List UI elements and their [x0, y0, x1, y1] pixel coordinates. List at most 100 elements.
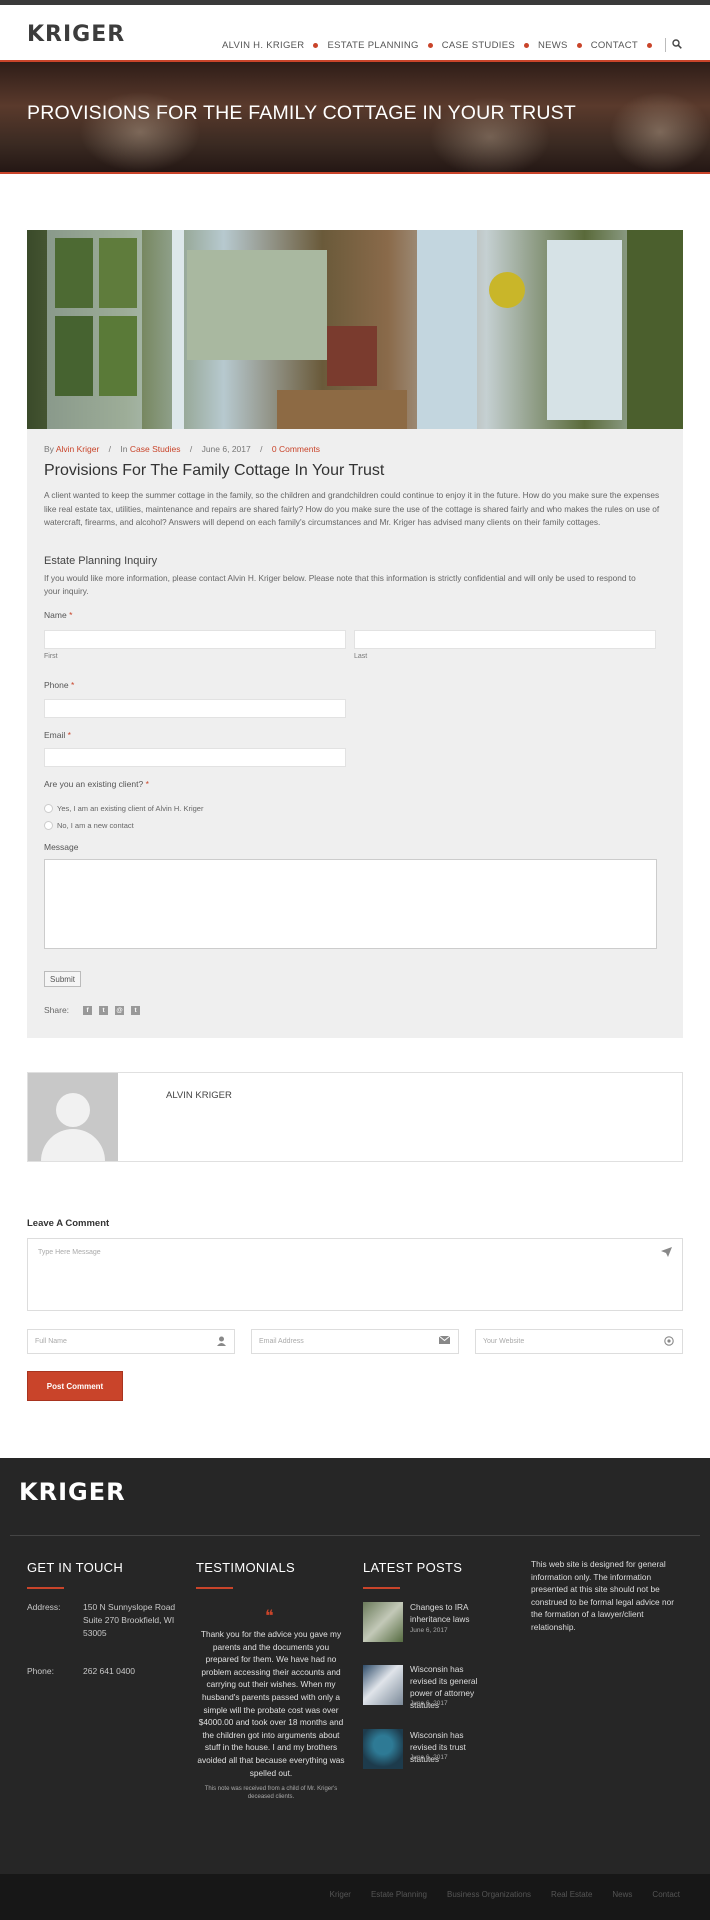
- globe-icon: [664, 1336, 674, 1349]
- address-label: Address:: [27, 1602, 61, 1612]
- footer-disclaimer: This web site is designed for general in…: [531, 1559, 674, 1632]
- footer-latest-posts-title: LATEST POSTS: [363, 1560, 463, 1575]
- footer-title-underline: [363, 1587, 400, 1589]
- quote-icon: ❝: [265, 1606, 274, 1625]
- nav-dot: [576, 42, 582, 48]
- email-icon[interactable]: @: [115, 1005, 125, 1015]
- nav-dot: [647, 42, 652, 48]
- post-featured-image: [27, 230, 683, 429]
- nav-dot: [313, 42, 319, 48]
- radio-existing-client[interactable]: Yes, I am an existing client of Alvin H.…: [44, 804, 203, 813]
- meta-author-link[interactable]: Alvin Kriger: [56, 444, 99, 454]
- testimonial-note: This note was received from a child of M…: [204, 1786, 338, 1800]
- first-sublabel: First: [44, 653, 58, 660]
- nav-item-alvin-kriger[interactable]: ALVIN H. KRIGER: [222, 40, 327, 51]
- existing-client-label: Are you an existing client? *: [44, 779, 149, 789]
- meta-separator: /: [108, 444, 112, 454]
- tumblr-icon[interactable]: t: [131, 1005, 141, 1015]
- first-name-input[interactable]: [44, 630, 346, 649]
- post-title: Provisions For The Family Cottage In You…: [44, 462, 385, 479]
- search-icon[interactable]: [672, 38, 682, 52]
- bottom-link-real-estate[interactable]: Real Estate: [551, 1890, 592, 1899]
- message-textarea[interactable]: [44, 859, 657, 949]
- comment-message-placeholder: Type Here Message: [38, 1249, 101, 1256]
- twitter-icon[interactable]: t: [99, 1005, 109, 1015]
- bottom-link-business-organizations[interactable]: Business Organizations: [447, 1890, 531, 1899]
- bottom-link-estate-planning[interactable]: Estate Planning: [371, 1890, 427, 1899]
- name-label: Name *: [44, 610, 73, 620]
- bottom-nav: Kriger Estate Planning Business Organiza…: [310, 1890, 680, 1899]
- share-label: Share:: [44, 1005, 70, 1015]
- comment-message-input[interactable]: Type Here Message: [27, 1238, 683, 1311]
- latest-post-thumbnail[interactable]: [363, 1729, 403, 1769]
- page-hero-banner: PROVISIONS FOR THE FAMILY COTTAGE IN YOU…: [0, 60, 710, 174]
- author-avatar: [28, 1073, 118, 1161]
- latest-post-date: June 6, 2017: [410, 1700, 448, 1707]
- phone-label-footer: Phone:: [27, 1666, 54, 1676]
- name-placeholder: Full Name: [35, 1338, 67, 1345]
- form-intro: If you would like more information, plea…: [44, 573, 636, 596]
- latest-post-title[interactable]: Changes to IRA inheritance laws: [410, 1601, 490, 1625]
- footer-testimonials-title: TESTIMONIALS: [196, 1560, 295, 1575]
- testimonial-text: Thank you for the advice you gave my par…: [197, 1629, 345, 1778]
- radio-circle[interactable]: [44, 804, 53, 813]
- latest-post-thumbnail[interactable]: [363, 1602, 403, 1642]
- nav-item-news[interactable]: NEWS: [538, 40, 591, 51]
- facebook-icon[interactable]: f: [83, 1005, 93, 1015]
- send-icon: [661, 1247, 672, 1260]
- last-name-input[interactable]: [354, 630, 656, 649]
- email-placeholder: Email Address: [259, 1338, 304, 1345]
- footer-logo[interactable]: KRIGER: [19, 1478, 126, 1506]
- email-label: Email *: [44, 730, 71, 740]
- nav-item-estate-planning[interactable]: ESTATE PLANNING: [327, 40, 441, 51]
- envelope-icon: [438, 1335, 451, 1347]
- website-placeholder: Your Website: [483, 1338, 525, 1345]
- bottom-link-kriger[interactable]: Kriger: [330, 1890, 351, 1899]
- nav-dot: [427, 42, 433, 48]
- latest-post-thumbnail[interactable]: [363, 1665, 403, 1705]
- meta-in: In: [120, 444, 128, 454]
- address-value: 150 N Sunnyslope Road Suite 270 Brookfie…: [83, 1602, 176, 1638]
- avatar-head: [56, 1093, 90, 1127]
- nav-item-case-studies[interactable]: CASE STUDIES: [442, 40, 538, 51]
- post-body: A client wanted to keep the summer cotta…: [44, 490, 660, 527]
- meta-category-link[interactable]: Case Studies: [130, 444, 181, 454]
- meta-separator: /: [260, 444, 263, 454]
- avatar-body: [41, 1129, 105, 1161]
- meta-comments-link[interactable]: 0 Comments: [272, 444, 320, 454]
- comment-name-input[interactable]: Full Name: [27, 1329, 235, 1354]
- radio-new-contact[interactable]: No, I am a new contact: [44, 821, 134, 830]
- page-title: PROVISIONS FOR THE FAMILY COTTAGE IN YOU…: [27, 102, 576, 124]
- site-logo[interactable]: KRIGER: [27, 22, 125, 47]
- radio-circle[interactable]: [44, 821, 53, 830]
- email-input[interactable]: [44, 748, 346, 767]
- site-header: KRIGER ALVIN H. KRIGER ESTATE PLANNING C…: [0, 5, 710, 60]
- footer-title-underline: [196, 1587, 233, 1589]
- comment-website-input[interactable]: Your Website: [475, 1329, 683, 1354]
- latest-post-date: June 6, 2017: [410, 1627, 448, 1634]
- user-icon: [217, 1336, 226, 1349]
- comment-email-input[interactable]: Email Address: [251, 1329, 459, 1354]
- phone-value[interactable]: 262 641 0400: [83, 1665, 135, 1678]
- submit-button[interactable]: Submit: [44, 971, 81, 987]
- author-name[interactable]: ALVIN KRIGER: [166, 1090, 232, 1101]
- comment-section-title: Leave A Comment: [27, 1218, 110, 1229]
- phone-input[interactable]: [44, 699, 346, 718]
- form-title: Estate Planning Inquiry: [44, 555, 158, 567]
- message-label: Message: [44, 842, 79, 852]
- nav-divider: [665, 38, 666, 52]
- meta-date: June 6, 2017: [201, 444, 251, 454]
- footer-divider: [10, 1535, 700, 1536]
- bottom-link-news[interactable]: News: [612, 1890, 632, 1899]
- footer-get-in-touch-title: GET IN TOUCH: [27, 1560, 124, 1575]
- share-row: Share: f t @ t: [44, 1005, 141, 1015]
- bottom-link-contact[interactable]: Contact: [652, 1890, 680, 1899]
- author-box: ALVIN KRIGER: [27, 1072, 683, 1162]
- main-nav: ALVIN H. KRIGER ESTATE PLANNING CASE STU…: [222, 38, 682, 52]
- nav-dot: [523, 42, 529, 48]
- nav-item-contact[interactable]: CONTACT: [591, 40, 661, 51]
- meta-separator: /: [189, 444, 193, 454]
- post-comment-button[interactable]: Post Comment: [27, 1371, 123, 1401]
- meta-by: By: [44, 444, 54, 454]
- phone-label: Phone *: [44, 680, 75, 690]
